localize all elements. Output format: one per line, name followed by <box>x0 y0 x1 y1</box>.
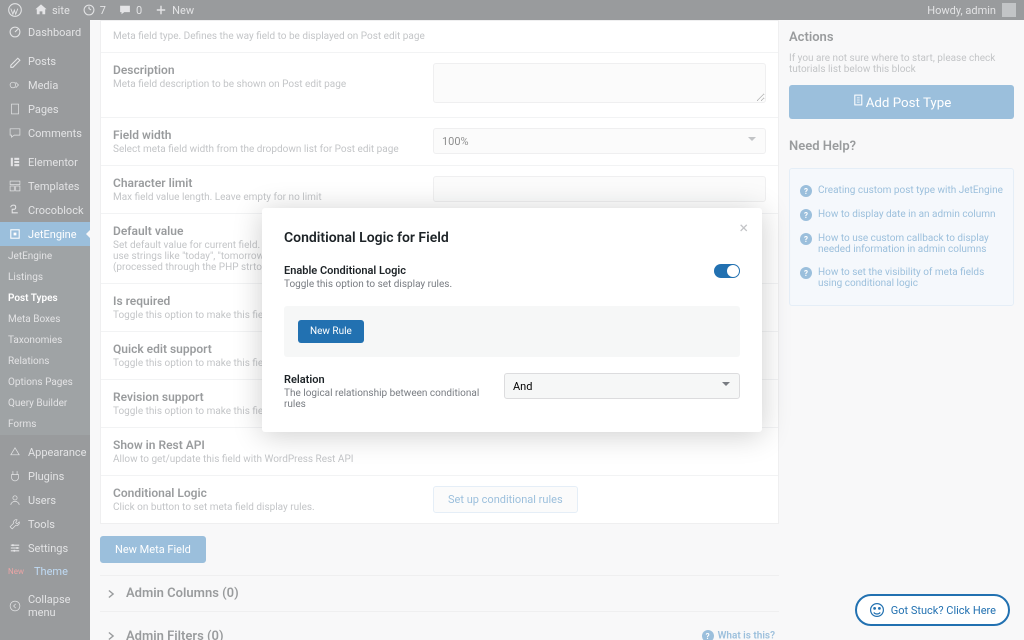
relation-label: Relation <box>284 373 484 386</box>
enable-logic-toggle[interactable] <box>714 264 740 278</box>
got-stuck-button[interactable]: Got Stuck? Click Here <box>855 594 1010 626</box>
conditional-logic-modal: × Conditional Logic for Field Enable Con… <box>262 208 762 432</box>
new-rule-button[interactable]: New Rule <box>298 320 364 343</box>
rules-box: New Rule <box>284 306 740 357</box>
relation-sub: The logical relationship between conditi… <box>284 388 484 410</box>
relation-select[interactable]: And <box>504 373 740 399</box>
modal-overlay[interactable]: × Conditional Logic for Field Enable Con… <box>0 0 1024 640</box>
enable-logic-sub: Toggle this option to set display rules. <box>284 279 452 290</box>
modal-title: Conditional Logic for Field <box>284 230 740 246</box>
close-icon[interactable]: × <box>739 218 748 237</box>
enable-logic-label: Enable Conditional Logic <box>284 264 452 277</box>
